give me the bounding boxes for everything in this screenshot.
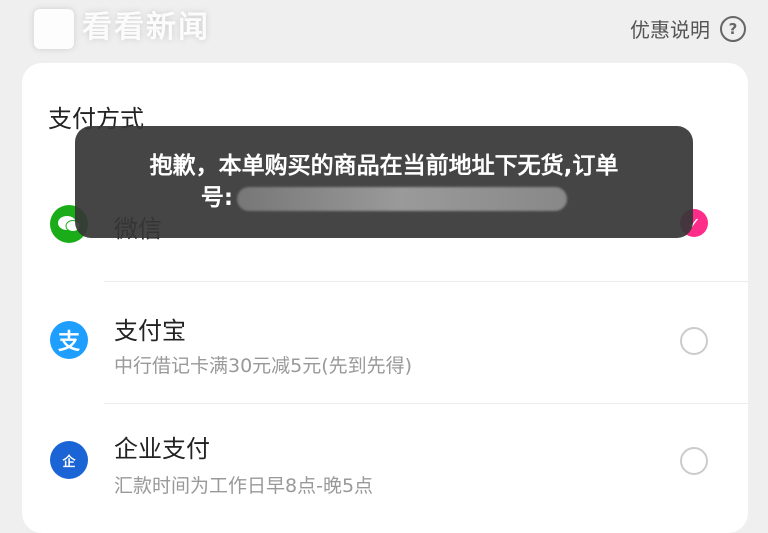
question-icon: ? [720, 15, 746, 42]
top-bar: 看看新闻 优惠说明 ? [0, 0, 768, 60]
payment-subtitle: 汇款时间为工作日早8点-晚5点 [114, 475, 374, 497]
alipay-icon: 支 [50, 321, 88, 359]
watermark-text: 看看新闻 [82, 10, 210, 45]
toast-message-line2: 号: [95, 182, 673, 214]
redacted-order-number [237, 186, 568, 211]
payment-option-enterprise[interactable]: 企 企业支付 汇款时间为工作日早8点-晚5点 [22, 405, 748, 515]
payment-option-alipay[interactable]: 支 支付宝 中行借记卡满30元减5元(先到先得) [22, 285, 748, 395]
payment-name: 企业支付 [114, 435, 210, 463]
divider [104, 281, 748, 282]
watermark-logo-icon [34, 8, 74, 49]
promo-info-link[interactable]: 优惠说明 ? [630, 14, 746, 43]
divider [104, 403, 748, 404]
payment-subtitle: 中行借记卡满30元减5元(先到先得) [114, 355, 413, 377]
order-number-label: 号: [200, 185, 234, 211]
enterprise-pay-icon: 企 [50, 441, 88, 479]
watermark: 看看新闻 [34, 2, 210, 49]
out-of-stock-toast: 抱歉，本单购买的商品在当前地址下无货,订单 号: [75, 126, 693, 238]
toast-message-line1: 抱歉，本单购买的商品在当前地址下无货,订单 [149, 153, 619, 179]
promo-info-label: 优惠说明 [630, 18, 710, 42]
payment-name: 支付宝 [114, 317, 186, 345]
radio-unselected[interactable] [680, 447, 708, 475]
radio-unselected[interactable] [680, 327, 708, 355]
